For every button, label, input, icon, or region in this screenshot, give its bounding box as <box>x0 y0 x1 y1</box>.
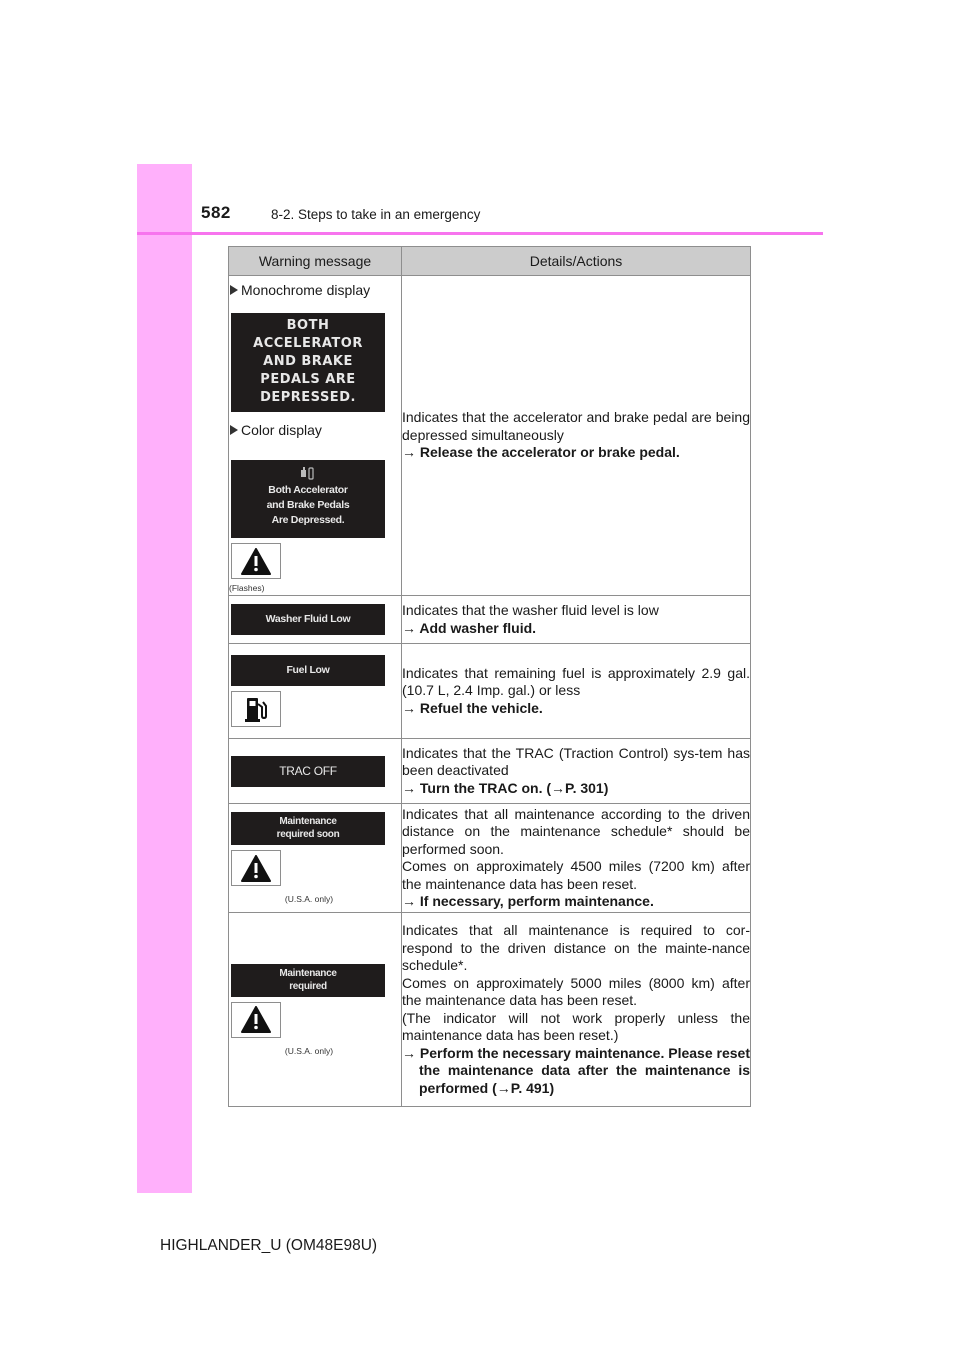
table-row: Washer Fluid Low Indicates that the wash… <box>228 595 751 644</box>
table-row: TRAC OFF Indicates that the TRAC (Tracti… <box>228 738 751 804</box>
fuel-low-screen: Fuel Low <box>231 655 385 686</box>
action-text: → If necessary, perform maintenance. <box>402 893 654 909</box>
document-code: HIGHLANDER_U (OM48E98U) <box>160 1237 378 1254</box>
details-cell: Indicates that the TRAC (Traction Contro… <box>401 738 751 804</box>
warning-indicator <box>231 543 281 579</box>
warning-cell: Monochrome display BOTH ACCELERATOR AND … <box>228 275 402 596</box>
monochrome-display-label: Monochrome display <box>230 282 401 298</box>
flashes-note: (Flashes) <box>229 583 265 593</box>
warning-triangle-icon <box>241 854 271 882</box>
triangle-bullet-icon <box>230 425 238 435</box>
details-cell: Indicates that remaining fuel is approxi… <box>401 643 751 739</box>
warning-cell: TRAC OFF <box>228 738 402 804</box>
action-text: → Add washer fluid. <box>402 619 537 636</box>
margin-strip <box>137 164 192 1193</box>
table-header-row: Warning message Details/Actions <box>228 246 751 276</box>
action-text: → Refuel the vehicle. <box>402 699 543 716</box>
triangle-bullet-icon <box>230 285 238 295</box>
table-row: Maintenance required (U.S.A. only) Indic… <box>228 912 751 1107</box>
trac-off-screen: TRAC OFF <box>231 755 385 787</box>
warning-cell: Maintenance required (U.S.A. only) <box>228 912 402 1107</box>
table-row: Fuel Low Indicates that remaining fuel i… <box>228 643 751 739</box>
fuel-indicator <box>231 691 281 727</box>
pedals-icon <box>231 466 385 483</box>
warning-message-table: Warning message Details/Actions Monochro… <box>228 246 751 1107</box>
details-cell: Indicates that the accelerator and brake… <box>401 275 751 596</box>
fuel-pump-icon <box>245 698 267 722</box>
warning-cell: Washer Fluid Low <box>228 595 402 644</box>
warning-indicator <box>231 1001 281 1038</box>
details-cell: Indicates that all maintenance is requir… <box>401 912 751 1107</box>
section-title: 8-2. Steps to take in an emergency <box>271 207 481 222</box>
warning-cell: Fuel Low <box>228 643 402 739</box>
details-cell: Indicates that all maintenance according… <box>401 803 751 913</box>
usa-only-note: (U.S.A. only) <box>284 1045 334 1056</box>
color-display-label: Color display <box>230 422 401 438</box>
warning-indicator <box>231 850 281 886</box>
maintenance-required-soon-screen: Maintenance required soon <box>231 812 385 845</box>
warning-cell: Maintenance required soon (U.S.A. only) <box>228 803 402 913</box>
maintenance-required-screen: Maintenance required <box>231 963 385 997</box>
monochrome-screen: BOTH ACCELERATOR AND BRAKE PEDALS ARE DE… <box>231 313 385 412</box>
column-header-details-actions: Details/Actions <box>401 246 751 276</box>
color-screen: Both Accelerator and Brake Pedals Are De… <box>231 460 385 538</box>
details-cell: Indicates that the washer fluid level is… <box>401 595 751 644</box>
warning-triangle-icon <box>241 547 271 575</box>
washer-fluid-low-screen: Washer Fluid Low <box>231 604 385 635</box>
action-text: → Turn the TRAC on. (→P. 301) <box>402 779 609 796</box>
page-number: 582 <box>201 203 231 222</box>
action-text: → Perform the necessary maintenance. Ple… <box>402 1044 751 1096</box>
action-text: → Release the accelerator or brake pedal… <box>402 444 680 461</box>
warning-triangle-icon <box>241 1006 271 1033</box>
column-header-warning-message: Warning message <box>228 246 402 276</box>
table-row: Monochrome display BOTH ACCELERATOR AND … <box>228 275 751 596</box>
table-row: Maintenance required soon (U.S.A. only) … <box>228 803 751 913</box>
usa-only-note: (U.S.A. only) <box>284 894 334 904</box>
header-rule <box>137 232 823 235</box>
